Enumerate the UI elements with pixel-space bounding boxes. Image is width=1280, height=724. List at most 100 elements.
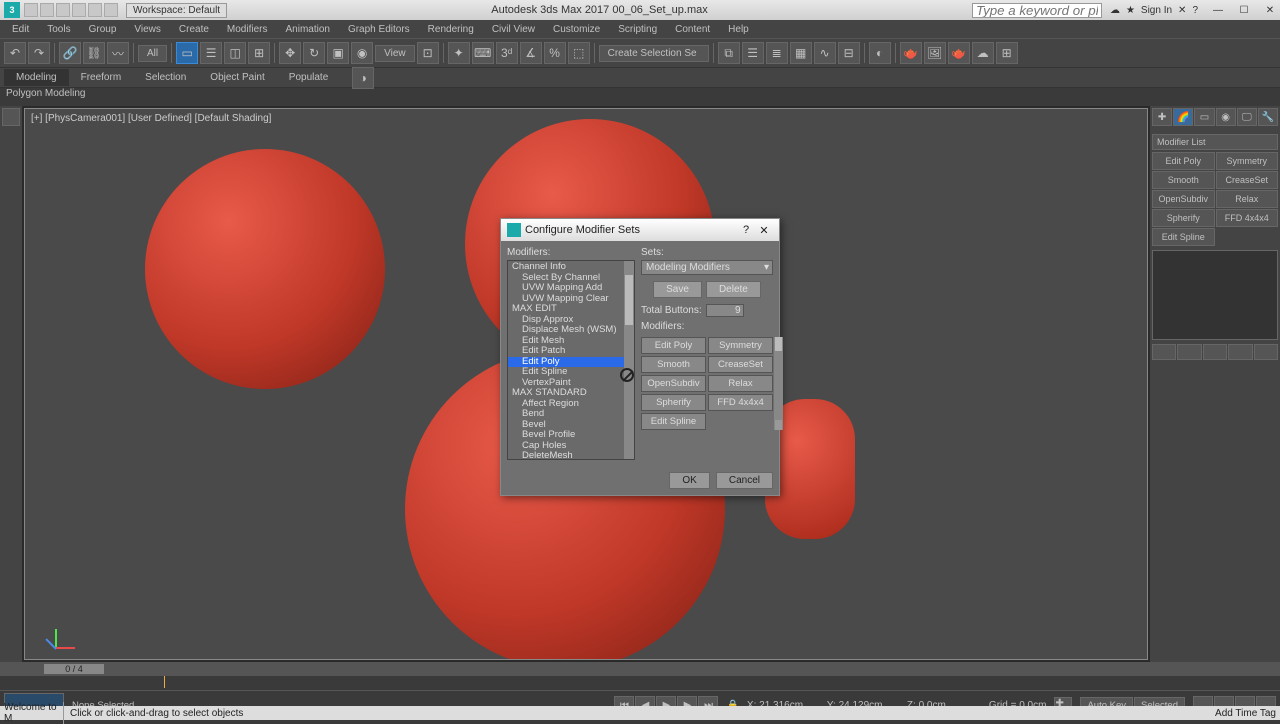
- mbtn-symmetry[interactable]: Symmetry: [708, 337, 773, 354]
- percent-snap-icon[interactable]: %: [544, 42, 566, 64]
- render-prod-icon[interactable]: 🫖: [948, 42, 970, 64]
- cp-btn-edit-spline[interactable]: Edit Spline: [1152, 228, 1215, 246]
- cp-btn-relax[interactable]: Relax: [1216, 190, 1279, 208]
- modifier-list-dropdown[interactable]: Modifier List: [1152, 134, 1278, 150]
- panorama-icon[interactable]: ⊞: [996, 42, 1018, 64]
- cp-tab-hierarchy[interactable]: ▭: [1194, 108, 1214, 126]
- list-scrollbar[interactable]: [624, 261, 634, 459]
- cp-btn-opensubdiv[interactable]: OpenSubdiv: [1152, 190, 1215, 208]
- viewport-label[interactable]: [+] [PhysCamera001] [User Defined] [Defa…: [31, 113, 271, 124]
- workspace-selector[interactable]: Workspace: Default: [126, 3, 227, 18]
- modifier-list-item[interactable]: MAX STANDARD: [508, 388, 634, 399]
- save-button[interactable]: Save: [653, 281, 702, 298]
- cp-btn-symmetry[interactable]: Symmetry: [1216, 152, 1279, 170]
- named-selection-dropdown[interactable]: Create Selection Se: [599, 45, 709, 62]
- star-icon[interactable]: ★: [1126, 5, 1135, 16]
- track-bar[interactable]: [0, 676, 1280, 690]
- time-slider[interactable]: 0 / 4: [0, 662, 1280, 676]
- modifier-list-item[interactable]: MAX EDIT: [508, 304, 634, 315]
- cp-tab-create[interactable]: ✚: [1152, 108, 1172, 126]
- tab-modeling[interactable]: Modeling: [4, 69, 69, 86]
- modifiers-listbox[interactable]: Channel InfoSelect By ChannelUVW Mapping…: [507, 260, 635, 460]
- menu-edit[interactable]: Edit: [4, 22, 37, 37]
- cp-tab-motion[interactable]: ◉: [1216, 108, 1236, 126]
- placement-icon[interactable]: ◉: [351, 42, 373, 64]
- unlink-icon[interactable]: ⛓: [83, 42, 105, 64]
- qat-save-icon[interactable]: [56, 3, 70, 17]
- menu-animation[interactable]: Animation: [277, 22, 337, 37]
- menu-customize[interactable]: Customize: [545, 22, 608, 37]
- tab-object-paint[interactable]: Object Paint: [198, 69, 276, 86]
- grid-scrollbar[interactable]: [774, 337, 783, 430]
- mbtn-relax[interactable]: Relax: [708, 375, 773, 392]
- qat-new-icon[interactable]: [24, 3, 38, 17]
- time-slider-knob[interactable]: 0 / 4: [44, 664, 104, 674]
- qat-redo-icon[interactable]: [88, 3, 102, 17]
- cloud-icon[interactable]: ☁: [1110, 5, 1120, 16]
- maximize-button[interactable]: ☐: [1238, 5, 1250, 16]
- selection-filter-dropdown[interactable]: All: [138, 45, 167, 62]
- menu-modifiers[interactable]: Modifiers: [219, 22, 276, 37]
- bind-icon[interactable]: 〰: [107, 42, 129, 64]
- modifier-list-item[interactable]: Displace Mesh (WSM): [508, 325, 634, 336]
- cp-btn-smooth[interactable]: Smooth: [1152, 171, 1215, 189]
- menu-group[interactable]: Group: [81, 22, 125, 37]
- cp-tab-modify[interactable]: 🌈: [1173, 108, 1193, 126]
- select-object-icon[interactable]: ▭: [176, 42, 198, 64]
- cp-tab-display[interactable]: 🖵: [1237, 108, 1257, 126]
- cp-tab-utilities[interactable]: 🔧: [1258, 108, 1278, 126]
- stack-unique-icon[interactable]: [1203, 344, 1227, 360]
- ref-coord-dropdown[interactable]: View: [375, 45, 415, 62]
- qat-open-icon[interactable]: [40, 3, 54, 17]
- window-crossing-icon[interactable]: ⊞: [248, 42, 270, 64]
- material-icon[interactable]: ◐: [869, 42, 891, 64]
- cp-btn-spherify[interactable]: Spherify: [1152, 209, 1215, 227]
- mbtn-opensubdiv[interactable]: OpenSubdiv: [641, 375, 706, 392]
- mbtn-edit-poly[interactable]: Edit Poly: [641, 337, 706, 354]
- delete-button[interactable]: Delete: [706, 281, 761, 298]
- dialog-close-button[interactable]: ✕: [755, 224, 773, 237]
- render-frame-icon[interactable]: 🖼: [924, 42, 946, 64]
- align-icon[interactable]: ☰: [742, 42, 764, 64]
- layers-icon[interactable]: ≣: [766, 42, 788, 64]
- menu-scripting[interactable]: Scripting: [610, 22, 665, 37]
- select-name-icon[interactable]: ☰: [200, 42, 222, 64]
- ribbon-icon[interactable]: ▦: [790, 42, 812, 64]
- dialog-help-button[interactable]: ?: [737, 224, 755, 236]
- stack-show-icon[interactable]: [1177, 344, 1201, 360]
- vp-tool-1[interactable]: [2, 108, 20, 126]
- script-prompt[interactable]: Welcome to M: [4, 702, 64, 724]
- menu-rendering[interactable]: Rendering: [420, 22, 482, 37]
- menu-civil-view[interactable]: Civil View: [484, 22, 543, 37]
- modifier-list-item[interactable]: Bend: [508, 409, 634, 420]
- sets-dropdown[interactable]: Modeling Modifiers: [641, 260, 773, 275]
- modifier-list-item[interactable]: Edit Patch: [508, 346, 634, 357]
- select-region-icon[interactable]: ◫: [224, 42, 246, 64]
- cp-btn-ffd[interactable]: FFD 4x4x4: [1216, 209, 1279, 227]
- mbtn-creaseset[interactable]: CreaseSet: [708, 356, 773, 373]
- pivot-icon[interactable]: ⊡: [417, 42, 439, 64]
- modifier-list-item[interactable]: UVW Mapping Add: [508, 283, 634, 294]
- render-online-icon[interactable]: ☁: [972, 42, 994, 64]
- undo-button[interactable]: ↶: [4, 42, 26, 64]
- modifier-list-item[interactable]: Bevel Profile: [508, 430, 634, 441]
- modifier-list-item[interactable]: DeleteMesh: [508, 451, 634, 460]
- cancel-button[interactable]: Cancel: [716, 472, 773, 489]
- render-setup-icon[interactable]: 🫖: [900, 42, 922, 64]
- manipulate-icon[interactable]: ✦: [448, 42, 470, 64]
- menu-content[interactable]: Content: [667, 22, 718, 37]
- ok-button[interactable]: OK: [669, 472, 709, 489]
- keyboard-icon[interactable]: ⌨: [472, 42, 494, 64]
- modifier-stack[interactable]: [1152, 250, 1278, 340]
- qat-undo-icon[interactable]: [72, 3, 86, 17]
- tab-freeform[interactable]: Freeform: [69, 69, 134, 86]
- dialog-titlebar[interactable]: Configure Modifier Sets ? ✕: [501, 219, 779, 241]
- modifier-list-item[interactable]: Channel Info: [508, 262, 634, 273]
- help-search-input[interactable]: [972, 3, 1102, 18]
- ribbon-toggle-icon[interactable]: ◑: [352, 67, 374, 89]
- stack-pin-icon[interactable]: [1152, 344, 1176, 360]
- stack-remove-icon[interactable]: [1228, 344, 1252, 360]
- addtag-button[interactable]: Add Time Tag: [1215, 708, 1276, 719]
- link-icon[interactable]: 🔗: [59, 42, 81, 64]
- redo-button[interactable]: ↷: [28, 42, 50, 64]
